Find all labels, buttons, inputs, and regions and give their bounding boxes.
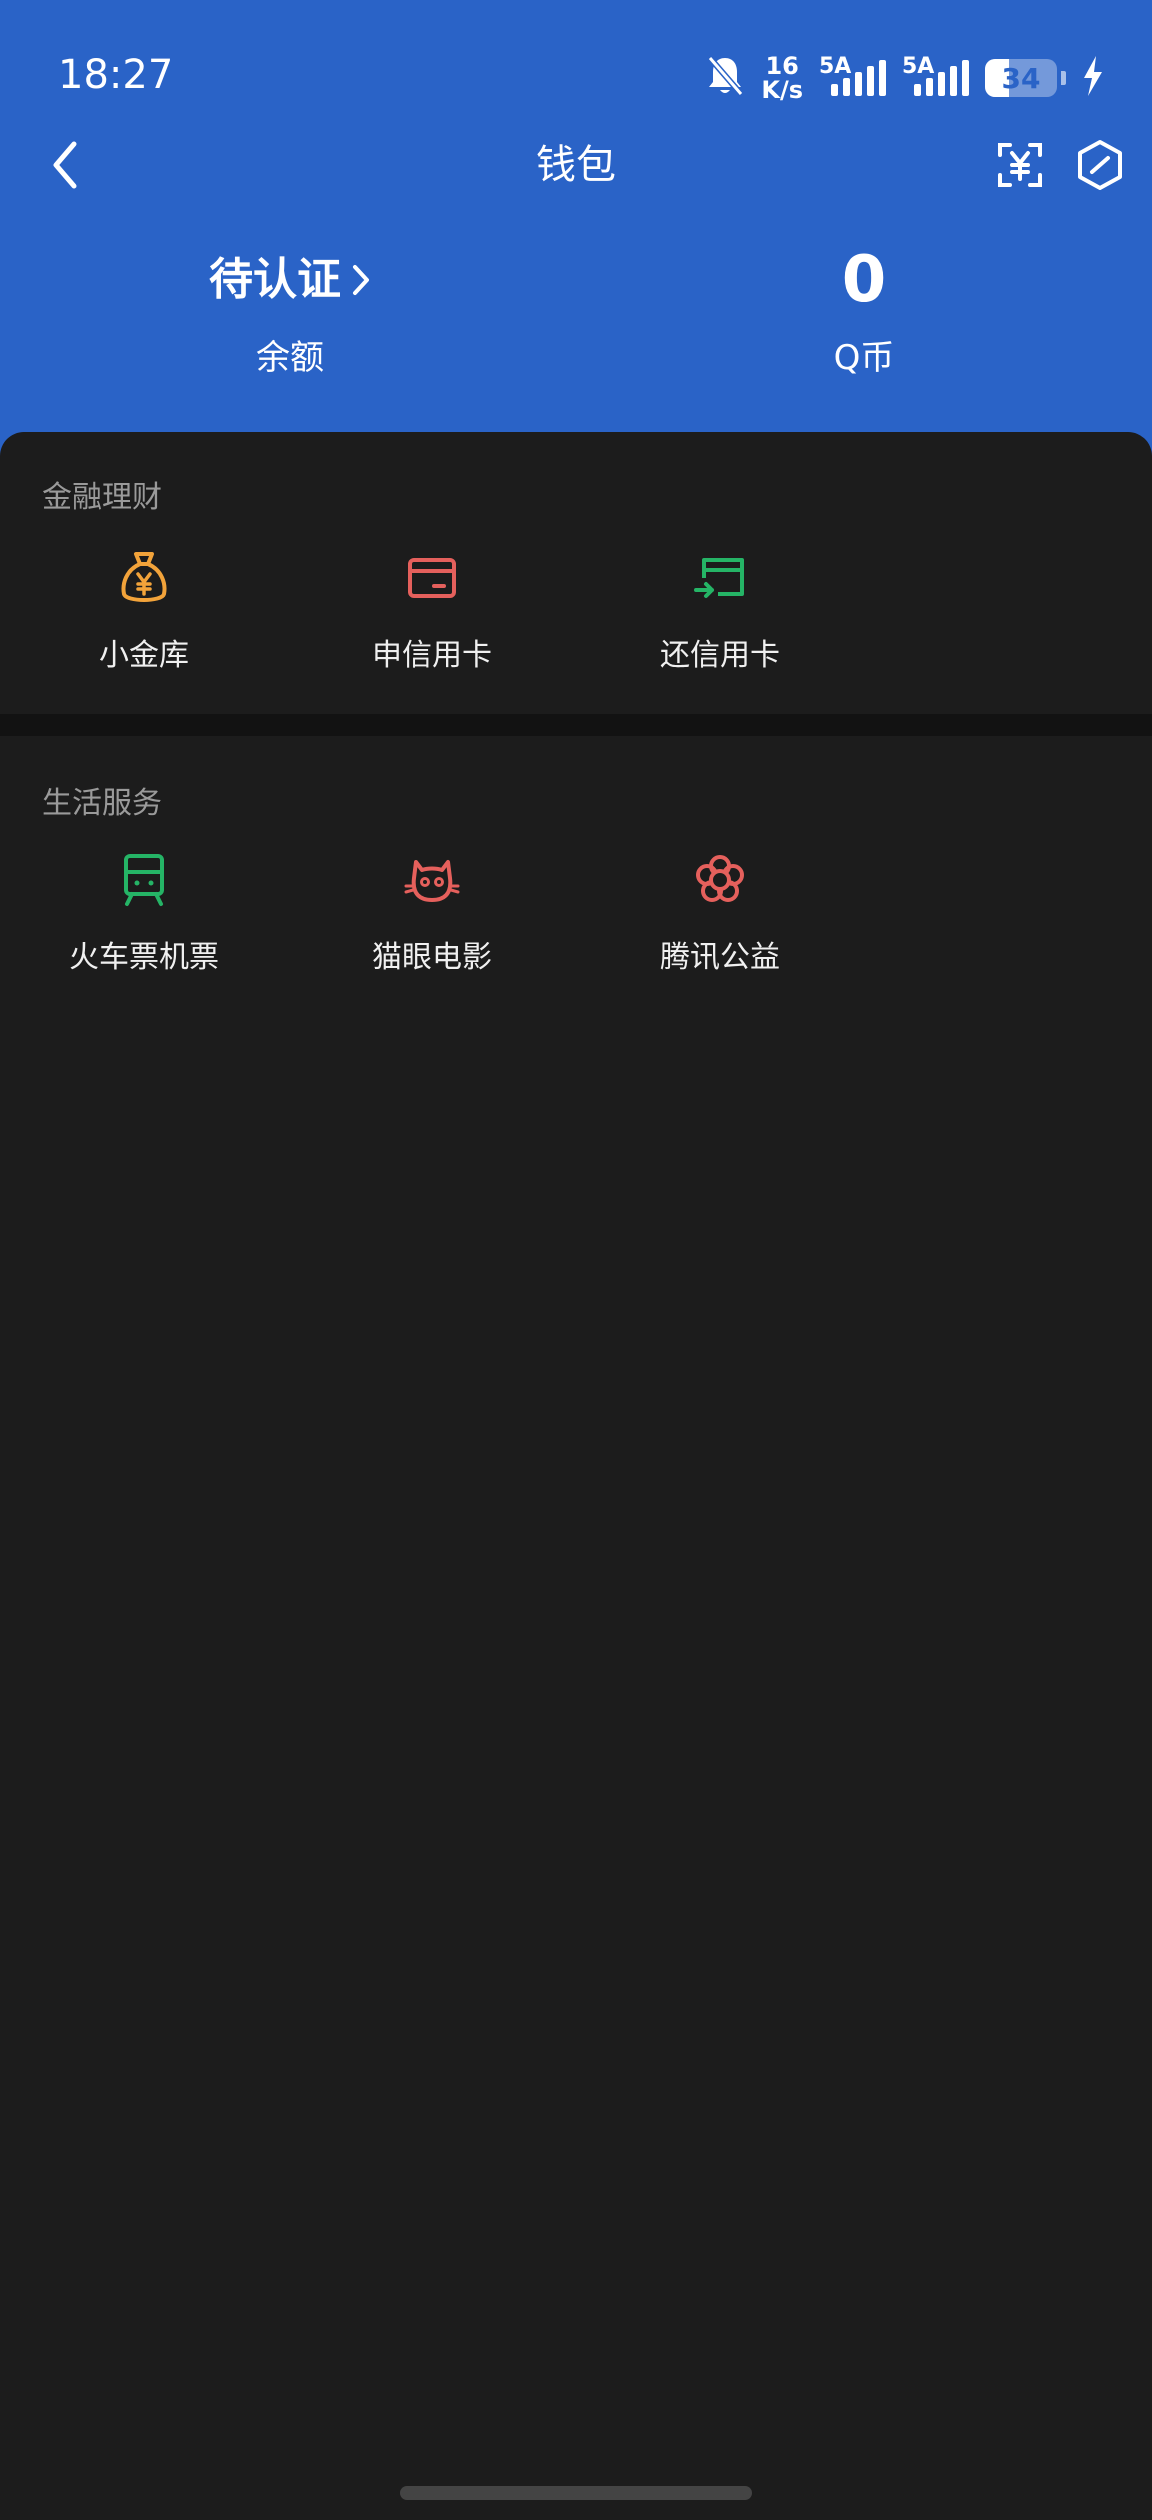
- net-speed-unit: K/s: [761, 76, 803, 104]
- battery-level: 34: [1001, 61, 1041, 95]
- section-divider: [0, 714, 1152, 736]
- scan-yuan-icon: [998, 143, 1042, 187]
- page-title: 钱包: [536, 142, 616, 188]
- finance-item-repay-card[interactable]: 还信用卡: [590, 550, 850, 674]
- credit-card-icon: [404, 550, 460, 606]
- network-speed: 16 K/s: [761, 54, 803, 102]
- settings-button[interactable]: [1072, 133, 1128, 197]
- cat-icon: [404, 852, 460, 908]
- finance-section: 金融理财 小金库 申信用卡 还信用卡: [0, 432, 1152, 714]
- life-item-tickets[interactable]: 火车票机票: [14, 852, 274, 976]
- finance-item-vault[interactable]: 小金库: [14, 550, 274, 674]
- qcoin-value: 0: [841, 243, 887, 317]
- balance-block[interactable]: 待认证 余额: [90, 245, 490, 383]
- train-icon: [116, 852, 172, 908]
- section-title-finance: 金融理财: [42, 480, 162, 515]
- life-item-label: 猫眼电影: [372, 940, 492, 975]
- battery-icon: 34: [985, 59, 1057, 97]
- flower-icon: [692, 852, 748, 908]
- life-item-label: 火车票机票: [69, 940, 219, 975]
- chevron-right-icon: [353, 265, 369, 295]
- sim2-label: 5A: [902, 54, 935, 79]
- life-services-section: 生活服务 火车票机票 猫眼电影 腾讯公益: [0, 736, 1152, 2520]
- balance-value: 待认证: [209, 254, 341, 305]
- signal-sim2: 5A: [902, 54, 969, 96]
- life-item-label: 腾讯公益: [660, 940, 780, 975]
- life-item-charity[interactable]: 腾讯公益: [590, 852, 850, 976]
- qcoin-label: Q币: [833, 338, 895, 378]
- balance-label: 余额: [256, 338, 324, 378]
- mute-bell-icon: [705, 54, 745, 102]
- finance-item-label: 还信用卡: [660, 638, 780, 673]
- section-title-life: 生活服务: [42, 786, 162, 821]
- battery-cap: [1061, 71, 1066, 85]
- finance-item-apply-card[interactable]: 申信用卡: [302, 550, 562, 674]
- scan-pay-button[interactable]: [992, 135, 1048, 195]
- money-bag-icon: [116, 550, 172, 606]
- life-item-maoyan[interactable]: 猫眼电影: [302, 852, 562, 976]
- charging-bolt-icon: [1082, 56, 1104, 100]
- qcoin-block[interactable]: 0 Q币: [664, 245, 1064, 383]
- status-icons: 16 K/s 5A 5A 34: [705, 52, 1104, 104]
- card-repay-icon: [692, 550, 748, 606]
- signal-sim1: 5A: [819, 54, 886, 96]
- home-indicator[interactable]: [400, 2486, 752, 2500]
- sim1-label: 5A: [819, 54, 852, 79]
- finance-item-label: 申信用卡: [372, 638, 492, 673]
- net-speed-value: 16: [765, 52, 799, 80]
- hexagon-settings-icon: [1078, 140, 1122, 190]
- status-time: 18:27: [58, 52, 174, 98]
- finance-item-label: 小金库: [99, 638, 189, 673]
- wallet-header: 18:27 16 K/s 5A 5A 34 钱包 待认证 余额 0 Q币: [0, 0, 1152, 480]
- balance-status[interactable]: 待认证: [90, 245, 490, 315]
